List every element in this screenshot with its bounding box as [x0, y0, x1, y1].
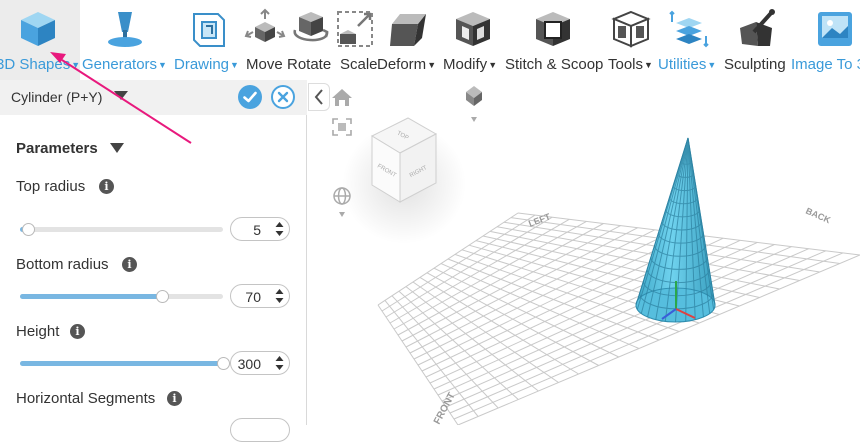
tool-utilities-label: Utilities: [658, 56, 707, 73]
panel-title: Cylinder (P+Y): [11, 89, 103, 105]
tool-deform-label: Deform: [377, 56, 427, 73]
modify-icon: [456, 12, 490, 46]
grid-label-left: LEFT: [527, 211, 552, 229]
info-icon[interactable]: i: [99, 179, 114, 194]
move-icon: [244, 8, 286, 42]
section-collapse-icon[interactable]: [110, 143, 124, 153]
param-label-top-radius: Top radius: [16, 178, 86, 195]
section-title: Parameters: [16, 140, 98, 157]
height-input[interactable]: 300: [230, 351, 290, 375]
chevron-down-icon: ▼: [71, 60, 81, 71]
chevron-left-icon: [314, 89, 323, 105]
tool-drawing-label: Drawing: [174, 56, 230, 73]
info-icon[interactable]: i: [70, 324, 85, 339]
tool-rotate-label: Rotate: [287, 56, 332, 73]
chevron-down-icon: ▼: [707, 60, 717, 71]
tool-image-to-3d-label: Image To 3: [791, 56, 860, 73]
spinner-arrows-icon[interactable]: [275, 355, 284, 371]
home-view-icon[interactable]: [332, 89, 352, 106]
top-radius-value: 5: [253, 222, 261, 238]
tool-modify[interactable]: Modify▼: [442, 0, 502, 80]
chevron-down-icon: ▼: [427, 60, 437, 71]
perspective-toggle-icon[interactable]: [333, 187, 351, 205]
check-icon: [243, 91, 257, 103]
image-to-3d-icon: [818, 12, 852, 46]
scene-canvas[interactable]: LEFT BACK FRONT TOP FRONT RIGHT: [308, 80, 860, 425]
info-icon[interactable]: i: [167, 391, 182, 406]
tool-3d-shapes-label: 3D Shapes: [0, 56, 71, 73]
tool-generators-label: Generators: [82, 56, 158, 73]
view-direction-icon[interactable]: [466, 86, 482, 122]
tool-sculpting-label: Sculpting: [724, 56, 786, 73]
stitch-scoop-icon: [536, 12, 570, 46]
chevron-down-icon: ▼: [644, 60, 653, 71]
slider-thumb[interactable]: [22, 223, 36, 236]
perspective-dropdown-icon[interactable]: [339, 212, 345, 217]
tool-image-to-3d[interactable]: Image To 3: [790, 0, 860, 80]
tool-move[interactable]: Move: [244, 0, 286, 80]
slider-thumb[interactable]: [156, 290, 170, 303]
panel-menu-caret-icon[interactable]: [114, 91, 128, 100]
cancel-button[interactable]: [271, 85, 295, 109]
chevron-down-icon: ▼: [158, 60, 167, 71]
horizontal-segments-input[interactable]: [230, 418, 290, 442]
panel-header: Cylinder (P+Y): [0, 80, 307, 115]
tools-icon: [611, 10, 651, 48]
3d-viewport[interactable]: LEFT BACK FRONT TOP FRONT RIGHT: [308, 80, 860, 425]
collapse-panel-button[interactable]: [308, 83, 330, 111]
close-icon: [277, 91, 289, 103]
grid-line: [445, 248, 809, 408]
tool-move-label: Move: [246, 56, 283, 73]
grid-label-front: FRONT: [432, 391, 458, 425]
bottom-radius-value: 70: [245, 289, 261, 305]
deform-icon: [390, 14, 426, 46]
generator-icon: [108, 12, 142, 47]
spinner-arrows-icon[interactable]: [275, 288, 284, 304]
apply-button[interactable]: [238, 85, 262, 109]
spinner-arrows-icon[interactable]: [275, 221, 284, 237]
grid-line: [449, 250, 826, 414]
tool-scale-label: Scale: [340, 56, 378, 73]
bottom-radius-slider[interactable]: [20, 290, 223, 303]
rotate-icon: [293, 12, 329, 42]
chevron-down-icon: ▼: [230, 60, 239, 71]
tool-deform[interactable]: Deform▼: [376, 0, 440, 80]
info-icon[interactable]: i: [122, 257, 137, 272]
tool-modify-label: Modify: [443, 56, 488, 73]
tool-utilities[interactable]: Utilities▼: [658, 0, 722, 80]
top-radius-input[interactable]: 5: [230, 217, 290, 241]
height-slider[interactable]: [20, 357, 230, 370]
height-value: 300: [237, 356, 261, 372]
utilities-icon: [669, 10, 709, 48]
view-cube[interactable]: TOP FRONT RIGHT: [342, 117, 466, 244]
drawing-icon: [193, 13, 225, 47]
slider-fill: [20, 361, 223, 366]
param-label-height: Height: [16, 323, 60, 340]
tool-generators[interactable]: Generators▼: [80, 0, 170, 80]
grid-label-back: BACK: [804, 206, 832, 226]
tool-stitch-scoop[interactable]: Stitch & Scoop: [504, 0, 604, 80]
tool-tools-label: Tools: [608, 56, 644, 73]
tool-tools[interactable]: Tools▼: [606, 0, 656, 80]
scale-icon: [337, 11, 373, 47]
parameters-panel: Cylinder (P+Y) Parameters Top radius i 5…: [0, 80, 307, 442]
param-label-horizontal-segments: Horizontal Segments: [16, 390, 156, 407]
tool-drawing[interactable]: Drawing▼: [172, 0, 244, 80]
tool-scale[interactable]: Scale: [334, 0, 378, 80]
bottom-radius-input[interactable]: 70: [230, 284, 290, 308]
tool-stitch-scoop-label: Stitch & Scoop: [505, 56, 604, 73]
chevron-down-icon: ▼: [488, 60, 498, 71]
cube-icon: [21, 12, 55, 46]
slider-fill: [20, 294, 163, 299]
sculpting-icon: [740, 9, 775, 46]
param-label-bottom-radius: Bottom radius: [16, 256, 109, 273]
tool-3d-shapes[interactable]: 3D Shapes▼: [0, 0, 80, 80]
slider-thumb[interactable]: [217, 357, 230, 370]
tool-rotate[interactable]: Rotate: [286, 0, 332, 80]
main-toolbar: 3D Shapes▼ Generators▼ Drawing▼ Move Rot…: [0, 0, 860, 80]
fit-view-icon[interactable]: [332, 118, 352, 136]
tool-sculpting[interactable]: Sculpting: [724, 0, 788, 80]
top-radius-slider[interactable]: [20, 223, 223, 236]
